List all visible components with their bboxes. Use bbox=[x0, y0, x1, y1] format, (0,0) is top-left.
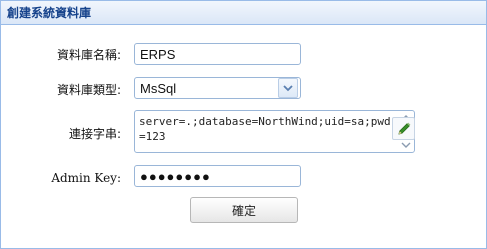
db-type-select[interactable]: MsSql bbox=[134, 77, 301, 99]
chevron-down-icon bbox=[283, 84, 293, 91]
db-name-label: 資料庫名稱: bbox=[56, 48, 121, 62]
connection-string-label: 連接字串: bbox=[68, 127, 121, 141]
connection-string-textarea[interactable]: server=.;database=NorthWind;uid=sa;pwd=1… bbox=[134, 110, 415, 153]
scroll-down-icon[interactable] bbox=[401, 142, 411, 149]
db-type-label: 資料庫類型: bbox=[56, 83, 121, 97]
admin-key-input[interactable]: ●●●●●●●● bbox=[134, 165, 301, 187]
db-name-input[interactable]: ERPS bbox=[134, 43, 301, 65]
admin-key-label: Admin Key: bbox=[51, 171, 121, 185]
confirm-button[interactable]: 確定 bbox=[190, 197, 298, 223]
confirm-button-label: 確定 bbox=[231, 203, 256, 218]
db-name-value: ERPS bbox=[140, 46, 176, 62]
db-type-value: MsSql bbox=[140, 80, 177, 96]
panel-title: 創建系統資料庫 bbox=[7, 6, 92, 20]
admin-key-value: ●●●●●●●● bbox=[140, 168, 211, 184]
panel-header: 創建系統資料庫 bbox=[1, 1, 486, 25]
pencil-icon bbox=[397, 122, 410, 135]
edit-connection-button[interactable] bbox=[392, 117, 415, 140]
connection-string-value: server=.;database=NorthWind;uid=sa;pwd=1… bbox=[139, 115, 391, 143]
dropdown-arrow-button[interactable] bbox=[278, 78, 298, 98]
